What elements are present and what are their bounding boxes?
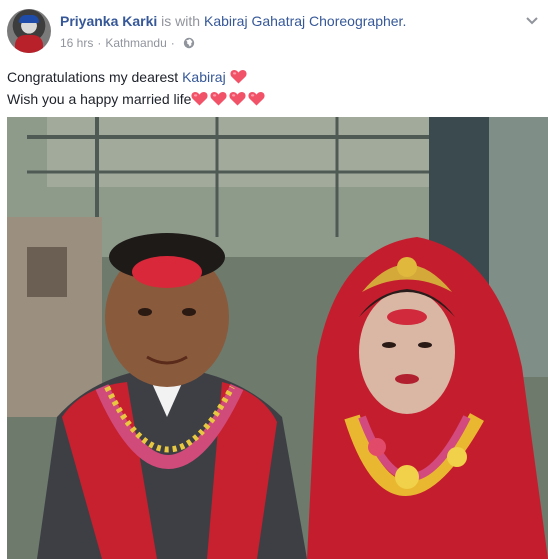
tagged-person-link[interactable]: Kabiraj Gahatraj Choreographer. [204, 13, 406, 29]
meta-separator: · [97, 36, 102, 50]
heart-emoji-icon [210, 90, 227, 106]
post-message: Congratulations my dearest Kabiraj Wish … [7, 66, 267, 110]
post-location-link[interactable]: Kathmandu [105, 35, 166, 51]
post-timestamp-link[interactable]: 16 hrs [60, 35, 93, 51]
message-text-2: Wish you a happy married life [7, 91, 192, 107]
heart-emoji-icon [229, 90, 246, 106]
heart-emoji-icon [230, 68, 247, 84]
post-photo[interactable] [7, 117, 548, 559]
post-title-line: Priyanka Karki is with Kabiraj Gahatraj … [60, 12, 406, 30]
post-meta: 16 hrs · Kathmandu · [60, 35, 195, 51]
feed-post: Priyanka Karki is with Kabiraj Gahatraj … [0, 0, 548, 559]
meta-separator-2: · [170, 36, 175, 50]
avatar-hat [19, 15, 39, 23]
heart-emoji-icon [248, 90, 265, 106]
post-header: Priyanka Karki is with Kabiraj Gahatraj … [0, 0, 548, 60]
heart-emoji-icon [191, 90, 208, 106]
wedding-photo-illustration [7, 117, 548, 559]
message-text-1: Congratulations my dearest [7, 69, 183, 85]
mention-link[interactable]: Kabiraj [182, 69, 226, 85]
chevron-down-icon[interactable] [524, 12, 540, 28]
author-name-link[interactable]: Priyanka Karki [60, 13, 157, 29]
with-text: is with [157, 13, 204, 29]
message-line-1: Congratulations my dearest Kabiraj [7, 66, 267, 88]
author-avatar[interactable] [7, 9, 51, 53]
globe-icon[interactable] [183, 37, 195, 49]
message-line-2: Wish you a happy married life [7, 88, 267, 110]
avatar-body [15, 35, 43, 53]
